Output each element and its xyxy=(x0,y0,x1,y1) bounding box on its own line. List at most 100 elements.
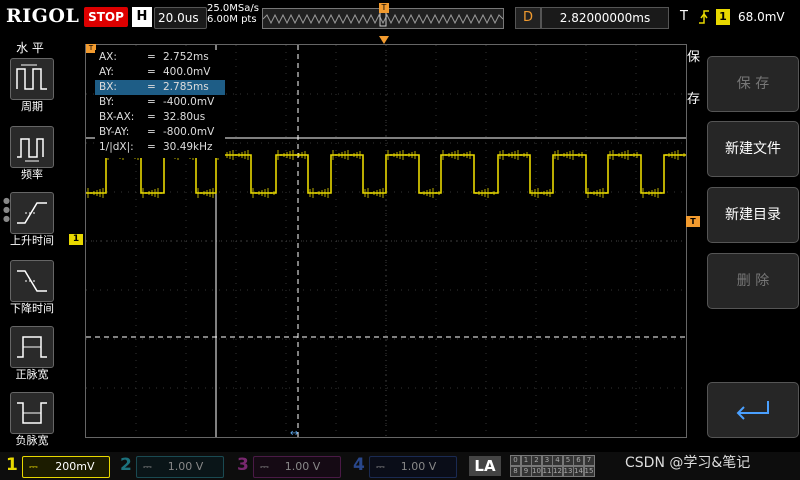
ch2-scale-box[interactable]: ⎓ 1.00 V xyxy=(136,456,224,478)
frequency-button[interactable] xyxy=(10,126,54,168)
la-button[interactable]: LA xyxy=(469,456,501,476)
menu-title: 水 平 xyxy=(16,41,44,55)
menu-side-title-1: 保 xyxy=(687,50,701,65)
cursor-readout-name: AY: xyxy=(99,66,114,78)
delete-label: 删 除 xyxy=(736,273,770,289)
period-label: 周期 xyxy=(21,100,43,113)
new-file-button[interactable]: 新建文件 xyxy=(707,121,799,177)
period-button[interactable] xyxy=(10,58,54,100)
fall-time-icon xyxy=(17,270,47,292)
watermark: CSDN @学习&笔记 xyxy=(625,455,751,471)
positive-width-button[interactable] xyxy=(10,326,54,368)
la-channel-cell[interactable]: 4 xyxy=(552,455,563,466)
cursor-readout-row: BY-AY: = -800.0mV xyxy=(95,125,225,140)
return-button[interactable] xyxy=(707,382,799,438)
memory-depth: 6.00M pts xyxy=(207,14,257,25)
cursor-readout-name: BY-AY: xyxy=(99,126,130,138)
positive-width-icon xyxy=(17,336,47,358)
la-channel-cell[interactable]: 11 xyxy=(541,466,553,477)
la-channel-cell[interactable]: 5 xyxy=(562,455,574,466)
fall-time-label: 下降时间 xyxy=(10,302,54,315)
rise-time-label: 上升时间 xyxy=(10,234,54,247)
cursor-readout-value: 32.80us xyxy=(163,111,206,123)
timebase-value[interactable]: 20.0us xyxy=(154,7,207,29)
la-channel-cell[interactable]: 6 xyxy=(573,455,584,466)
la-channel-cell[interactable]: 1 xyxy=(520,455,532,466)
ch3-number[interactable]: 3 xyxy=(237,455,249,475)
la-channel-cell[interactable]: 7 xyxy=(583,455,595,466)
la-channel-cell[interactable]: 0 xyxy=(510,455,521,466)
rising-edge-icon xyxy=(697,8,711,30)
fall-time-button[interactable] xyxy=(10,260,54,302)
frequency-icon xyxy=(17,138,44,162)
cursor-readout-row: BX: = 2.785ms xyxy=(95,80,225,95)
timebase-label: H xyxy=(132,7,152,27)
cursor-readout-row: BY: = -400.0mV xyxy=(95,95,225,110)
ch1-offset-marker[interactable]: 1 xyxy=(69,234,83,245)
new-folder-button[interactable]: 新建目录 xyxy=(707,187,799,243)
delete-button[interactable]: 删 除 xyxy=(707,253,799,309)
cursor-readout-panel: AX: = 2.752ms AY: = 400.0mV BX: = 2.785ms BY: = -40… xyxy=(95,50,225,158)
cursor-readout-eq: = xyxy=(147,51,156,63)
horizontal-measure-menu: 水 平 周期 频率 ● ● ● 上升时间 下降时间 正脉宽 负脉宽 xyxy=(0,36,60,450)
trigger-label: T xyxy=(680,9,688,24)
cursor-readout-row: 1/|dX|: = 30.49kHz xyxy=(95,140,225,155)
cursor-readout-row: AX: = 2.752ms xyxy=(95,50,225,65)
la-channel-cell[interactable]: 9 xyxy=(520,466,532,477)
la-channel-cell[interactable]: 2 xyxy=(531,455,542,466)
ch3-scale: 1.00 V xyxy=(284,460,321,473)
cursor-readout-eq: = xyxy=(147,81,156,93)
new-file-label: 新建文件 xyxy=(725,141,781,157)
menu-side-title-2: 存 xyxy=(687,92,701,107)
ch4-scale-box[interactable]: ⎓ 1.00 V xyxy=(369,456,457,478)
sample-rate: 25.0MSa/s xyxy=(207,3,259,14)
cursor-readout-value: 400.0mV xyxy=(163,66,211,78)
save-menu: 保 存 保 存 新建文件 新建目录 删 除 xyxy=(685,36,800,450)
cursor-readout-row: BX-AX: = 32.80us xyxy=(95,110,225,125)
trigger-level[interactable]: 68.0mV xyxy=(738,7,785,27)
delay-value[interactable]: 2.82000000ms xyxy=(541,7,669,29)
ch2-scale: 1.00 V xyxy=(167,460,204,473)
rise-time-icon xyxy=(17,202,47,224)
negative-width-button[interactable] xyxy=(10,392,54,434)
trigger-position-marker[interactable] xyxy=(379,36,389,44)
la-channel-cell[interactable]: 3 xyxy=(541,455,553,466)
cursor-readout-eq: = xyxy=(147,141,156,153)
frequency-label: 频率 xyxy=(21,168,43,181)
trigger-source-badge: 1 xyxy=(716,9,730,25)
cursor-readout-name: BY: xyxy=(99,96,115,108)
ch3-scale-box[interactable]: ⎓ 1.00 V xyxy=(253,456,341,478)
la-channel-cell[interactable]: 14 xyxy=(573,466,584,477)
la-channel-cell[interactable]: 15 xyxy=(583,466,595,477)
ch4-number[interactable]: 4 xyxy=(353,455,365,475)
la-channel-cell[interactable]: 13 xyxy=(562,466,574,477)
ch1-scale-box[interactable]: ⎓ 200mV xyxy=(22,456,110,478)
la-channel-cell[interactable]: 12 xyxy=(552,466,563,477)
return-arrow-icon xyxy=(736,401,769,420)
ch1-scale: 200mV xyxy=(55,460,95,473)
cursor-readout-eq: = xyxy=(147,126,156,138)
rise-time-button[interactable] xyxy=(10,192,54,234)
run-stop-indicator[interactable]: STOP xyxy=(84,7,128,27)
cursor-readout-eq: = xyxy=(147,96,156,108)
new-folder-label: 新建目录 xyxy=(725,207,781,223)
cursor-readout-row: AY: = 400.0mV xyxy=(95,65,225,80)
cursor-readout-name: 1/|dX|: xyxy=(99,141,134,153)
la-channel-cell[interactable]: 8 xyxy=(510,466,521,477)
memory-waveform-overview: T xyxy=(262,3,504,29)
cursor-readout-name: AX: xyxy=(99,51,117,63)
save-button[interactable]: 保 存 xyxy=(707,56,799,112)
cursor-b-handle-icon[interactable]: ↔ xyxy=(290,428,298,439)
cursor-readout-name: BX: xyxy=(99,81,117,93)
positive-width-label: 正脉宽 xyxy=(15,368,49,381)
ch1-number[interactable]: 1 xyxy=(6,455,18,475)
la-channel-grid: 0 1 2 3 4 5 6 7 8 9 10 11 12 13 14 15 xyxy=(510,455,596,477)
cursor-readout-value: 30.49kHz xyxy=(163,141,213,153)
brand-logo: RIGOL xyxy=(6,5,80,27)
delay-label: D xyxy=(515,7,541,29)
negative-width-label: 负脉宽 xyxy=(15,434,49,447)
ch2-number[interactable]: 2 xyxy=(120,455,132,475)
cursor-readout-value: 2.785ms xyxy=(163,81,209,93)
ch4-scale: 1.00 V xyxy=(400,460,437,473)
la-channel-cell[interactable]: 10 xyxy=(531,466,542,477)
